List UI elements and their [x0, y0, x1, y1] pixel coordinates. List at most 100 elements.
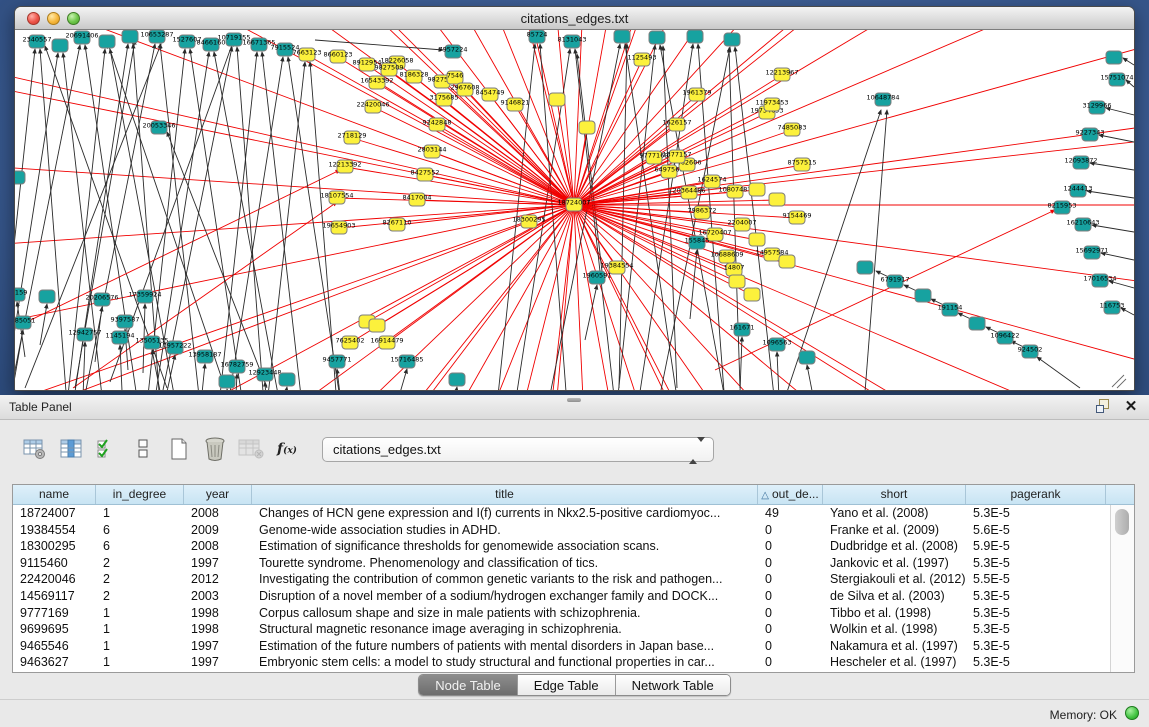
table-row[interactable]: 1830029562008Estimation of significance … — [13, 538, 1110, 555]
splitter-grip[interactable] — [567, 398, 581, 402]
teal-node[interactable] — [449, 373, 465, 386]
yellow-node[interactable]: 14807 — [724, 263, 745, 276]
yellow-node[interactable]: 9146821 — [501, 98, 530, 111]
teal-node[interactable]: 9227343 — [1076, 128, 1105, 141]
teal-node[interactable]: 185051 — [15, 316, 35, 329]
teal-node[interactable] — [687, 30, 703, 43]
tab-edge-table[interactable]: Edge Table — [517, 675, 615, 695]
yellow-node[interactable] — [769, 193, 785, 206]
close-panel-icon[interactable]: ✕ — [1121, 398, 1141, 416]
yellow-node[interactable]: 9154469 — [783, 211, 812, 224]
teal-node[interactable]: 6791917 — [881, 275, 910, 288]
teal-node[interactable]: 9397587 — [111, 315, 140, 328]
teal-node[interactable] — [649, 31, 665, 44]
teal-node[interactable] — [279, 373, 295, 386]
yellow-node[interactable]: 7485083 — [778, 123, 807, 136]
yellow-node[interactable]: 1125493 — [628, 53, 657, 66]
table-row[interactable]: 1872400712008Changes of HCN gene express… — [13, 505, 1110, 522]
window-titlebar[interactable]: citations_edges.txt — [15, 7, 1134, 30]
teal-node[interactable] — [1106, 51, 1122, 64]
table-row[interactable]: 911546021997Tourette syndrome. Phenomeno… — [13, 555, 1110, 572]
teal-node[interactable]: 13958187 — [188, 350, 221, 363]
teal-node[interactable]: 191154 — [938, 303, 963, 316]
teal-node[interactable]: 7957224 — [439, 45, 468, 58]
teal-node[interactable]: 3129966 — [1083, 101, 1112, 114]
yellow-node[interactable]: 8267110 — [383, 218, 412, 231]
scrollbar-thumb[interactable] — [1115, 509, 1129, 535]
tab-node-table[interactable]: Node Table — [419, 675, 517, 695]
yellow-node[interactable]: 2718129 — [338, 131, 367, 144]
teal-node[interactable] — [724, 33, 740, 46]
yellow-node[interactable]: 7625402 — [336, 336, 365, 349]
yellow-node[interactable]: 8757515 — [788, 158, 817, 171]
new-table-icon[interactable] — [164, 434, 194, 464]
yellow-node[interactable]: 10807487 — [718, 185, 751, 198]
yellow-node[interactable] — [579, 121, 595, 134]
yellow-node[interactable]: 8427552 — [411, 168, 440, 181]
teal-node[interactable]: 1960591 — [583, 271, 612, 284]
yellow-node[interactable] — [729, 275, 745, 288]
teal-node[interactable]: 1096422 — [991, 331, 1020, 344]
row-height-icon[interactable] — [128, 434, 158, 464]
tab-network-table[interactable]: Network Table — [615, 675, 730, 695]
table-row[interactable]: 946362711997Embryonic stem cells: a mode… — [13, 654, 1110, 671]
yellow-node[interactable]: 22420046 — [356, 100, 389, 113]
column-header-in_degree[interactable]: in_degree — [96, 485, 184, 504]
teal-node[interactable]: 16210643 — [1066, 218, 1099, 231]
teal-node[interactable] — [614, 30, 630, 43]
yellow-node[interactable]: 19654903 — [322, 221, 355, 234]
yellow-node[interactable]: 8660123 — [324, 50, 353, 63]
teal-node[interactable] — [799, 351, 815, 364]
teal-node[interactable]: 20053346 — [142, 121, 175, 134]
import-table-icon[interactable] — [236, 434, 266, 464]
teal-node[interactable]: 1096563 — [763, 338, 792, 351]
column-header-year[interactable]: year — [184, 485, 252, 504]
teal-node[interactable]: 1244413 — [1064, 184, 1093, 197]
yellow-node[interactable] — [749, 233, 765, 246]
teal-node[interactable]: 8131043 — [558, 35, 587, 48]
teal-node[interactable]: 924502 — [1018, 345, 1043, 358]
teal-node[interactable] — [15, 171, 25, 184]
yellow-node[interactable] — [744, 288, 760, 301]
yellow-node[interactable]: 10688609 — [710, 250, 743, 263]
yellow-node[interactable]: 12213392 — [328, 160, 361, 173]
table-column-icon[interactable] — [56, 434, 86, 464]
yellow-node[interactable]: 16543392 — [360, 76, 393, 89]
teal-node[interactable] — [219, 375, 235, 388]
network-table-select[interactable]: citations_edges.txt — [322, 437, 714, 462]
column-header-title[interactable]: title — [252, 485, 758, 504]
teal-node[interactable] — [99, 35, 115, 48]
teal-node[interactable]: 12093872 — [1064, 156, 1097, 169]
teal-node[interactable]: 9457771 — [323, 355, 352, 368]
yellow-node[interactable] — [549, 93, 565, 106]
yellow-node[interactable]: 12213967 — [765, 68, 798, 81]
teal-node[interactable]: 155845 — [685, 236, 710, 249]
yellow-node[interactable]: 8417004 — [403, 193, 432, 206]
yellow-node[interactable]: 16914479 — [370, 336, 403, 349]
teal-node[interactable]: 15716485 — [390, 355, 423, 368]
teal-node[interactable] — [39, 290, 55, 303]
table-row[interactable]: 946554611997Estimation of the future num… — [13, 638, 1110, 655]
teal-node[interactable]: 20691406 — [65, 31, 98, 44]
table-panel-titlebar[interactable]: Table Panel ✕ — [0, 395, 1149, 420]
teal-node[interactable]: 10653287 — [140, 30, 173, 43]
float-panel-icon[interactable] — [1095, 398, 1115, 416]
delete-table-icon[interactable] — [200, 434, 230, 464]
teal-node[interactable]: 116753 — [1100, 301, 1125, 314]
yellow-node[interactable]: 1626157 — [663, 118, 692, 131]
vertical-scrollbar[interactable] — [1110, 505, 1134, 672]
teal-node[interactable] — [969, 317, 985, 330]
yellow-node[interactable]: 3175685 — [430, 93, 459, 106]
network-graph-canvas[interactable]: 1872400786601238912954182260589827509165… — [15, 30, 1134, 390]
yellow-node[interactable]: 18107554 — [320, 191, 353, 204]
table-row[interactable]: 969969511998Structural magnetic resonanc… — [13, 621, 1110, 638]
yellow-node[interactable]: 7546 — [447, 71, 464, 84]
yellow-node[interactable]: 9242848 — [423, 118, 452, 131]
function-icon[interactable]: f(x) — [272, 434, 302, 464]
teal-node[interactable]: 161671 — [730, 323, 755, 336]
table-row[interactable]: 1938455462009Genome-wide association stu… — [13, 522, 1110, 539]
teal-node[interactable]: 15751074 — [1100, 73, 1133, 86]
yellow-node[interactable] — [749, 183, 765, 196]
yellow-node[interactable] — [369, 319, 385, 332]
column-header-short[interactable]: short — [823, 485, 966, 504]
